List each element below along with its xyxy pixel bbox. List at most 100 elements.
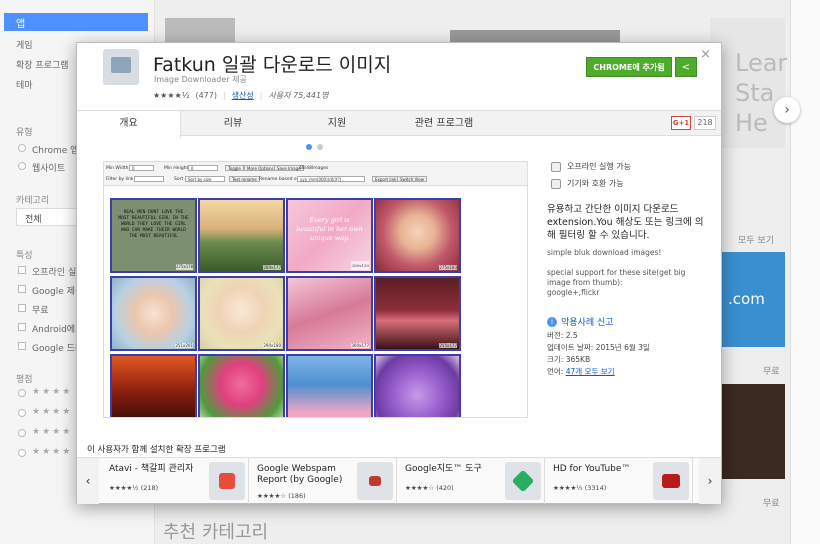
related-heading: 이 사용자가 함께 설치한 확장 프로그램 xyxy=(87,445,226,455)
rename-based: Rename based on xyxy=(259,177,300,182)
sidebar-item-themes[interactable]: 테마 xyxy=(16,78,33,91)
tab-support[interactable]: 지원 xyxy=(285,111,389,137)
thumb-autumn xyxy=(110,354,197,417)
hd-youtube-icon xyxy=(653,462,689,500)
sidebar-item-apps[interactable]: 앱 xyxy=(4,13,148,31)
extension-icon xyxy=(103,49,139,85)
thumb-size: 275x183 xyxy=(439,265,457,270)
gplus-button[interactable]: G+1 xyxy=(671,116,691,130)
related-stars: ★★★★☆ xyxy=(405,484,435,492)
thumb-cherry-blossom: 300x177 xyxy=(286,276,373,351)
more-link[interactable]: 모두 보기 xyxy=(738,233,774,246)
related-item-atavi[interactable]: Atavi - 책갈피 관리자 ★★★★½ (218) xyxy=(101,458,249,504)
language-info: 언어: 47개 모두 보기 xyxy=(547,366,615,377)
tab-overview[interactable]: 개요 xyxy=(77,111,181,138)
scrollbar[interactable] xyxy=(790,0,820,544)
checkbox-google[interactable] xyxy=(18,285,26,293)
checkbox-free[interactable] xyxy=(18,304,26,312)
related-stars: ★★★★½ xyxy=(109,484,139,492)
radio-rating-4[interactable] xyxy=(18,389,26,397)
related-count: (186) xyxy=(288,492,306,500)
sidebar-item-games[interactable]: 게임 xyxy=(16,38,33,51)
type-heading: 유형 xyxy=(16,128,33,138)
screenshot-toolbar: Min Width 0 Min Height 0 Toggle More Opt… xyxy=(104,162,527,186)
checkbox-drive[interactable] xyxy=(18,342,26,350)
rating-row: ★★★★½ (477) | 생산성 | 사용자 75,441명 xyxy=(153,90,328,101)
min-height-input: 0 xyxy=(188,165,218,171)
report-abuse-label[interactable]: 악용사례 신고 xyxy=(561,315,614,328)
min-width-label: Min Width xyxy=(106,166,129,171)
filter-input xyxy=(134,176,164,182)
tab-bar: 개요 리뷰 지원 관련 프로그램 G+1 218 xyxy=(77,110,721,138)
related-stars: ★★★★☆ xyxy=(257,492,287,500)
related-item-maps[interactable]: Google지도™ 도구 ★★★★☆ (420) xyxy=(397,458,545,504)
radio-website[interactable] xyxy=(18,162,26,170)
rating-heading: 평점 xyxy=(16,375,33,385)
thumb-purple-roses xyxy=(374,354,461,417)
carousel-dots xyxy=(306,144,323,150)
sidebar-item-extensions[interactable]: 확장 프로그램 xyxy=(16,58,69,71)
carousel-dot-1[interactable] xyxy=(306,144,312,150)
thumb-size: 289x177 xyxy=(263,265,281,270)
rating-1-stars: ★★★★ xyxy=(32,447,73,457)
related-item-webspam[interactable]: Google Webspam Report (by Google) ★★★★☆ … xyxy=(249,458,397,504)
checkbox-offline[interactable] xyxy=(18,266,26,274)
extension-detail-dialog: × Fatkun 일괄 다운로드 이미지 Image Downloader 제공… xyxy=(76,42,722,504)
size-info: 크기: 365KB xyxy=(547,355,591,364)
thumb-size: 200x130 xyxy=(351,261,369,270)
webspam-flag-icon xyxy=(357,462,393,500)
category-link[interactable]: 생산성 xyxy=(232,90,254,101)
language-link[interactable]: 47개 모두 보기 xyxy=(566,367,615,376)
radio-chrome-app[interactable] xyxy=(18,144,26,152)
free-label-2: 무료 xyxy=(763,499,780,509)
rename-pattern: yyy_mm(000)(d)(X?) xyxy=(297,176,365,182)
thumb-roses xyxy=(198,354,285,417)
atavi-icon xyxy=(209,462,245,500)
related-item-hd-youtube[interactable]: HD for YouTube™ ★★★★½ (3314) xyxy=(545,458,693,504)
carousel-dot-2[interactable] xyxy=(317,144,323,150)
feature-device-row: 기기와 호환 가능 xyxy=(551,178,624,189)
thumb-baby-blonde: 290x180 xyxy=(198,276,285,351)
related-rating: ★★★★½ (3314) xyxy=(553,484,606,492)
radio-rating-3[interactable] xyxy=(18,409,26,417)
tab-related[interactable]: 관련 프로그램 xyxy=(389,111,499,137)
divider: | xyxy=(259,91,263,100)
divider: | xyxy=(222,91,226,100)
version-info: 버전: 2.5 xyxy=(547,331,578,340)
close-icon[interactable]: × xyxy=(700,47,711,62)
info-icon: i xyxy=(547,316,557,327)
radio-rating-2[interactable] xyxy=(18,429,26,437)
share-button[interactable]: < xyxy=(675,57,697,77)
maps-icon xyxy=(505,462,541,500)
added-to-chrome-button[interactable]: CHROME에 추가됨 xyxy=(586,57,672,77)
related-name: Atavi - 책갈피 관리자 xyxy=(109,464,194,474)
thumb-size: 255x177 xyxy=(439,343,457,348)
related-count: (420) xyxy=(436,484,454,492)
related-rating: ★★★★☆ (420) xyxy=(405,484,454,492)
offline-icon xyxy=(551,161,561,172)
filter-label: Filter by link xyxy=(106,177,134,182)
updated-info: 업데이트 날짜: 2015년 6월 3일 xyxy=(547,343,650,352)
rating-stars: ★★★★½ xyxy=(153,91,190,100)
rating-count[interactable]: (477) xyxy=(195,91,217,100)
type-chrome-app: Chrome 앱 xyxy=(32,146,79,156)
related-name: Google지도™ 도구 xyxy=(405,464,482,474)
sort-select: Sort by size xyxy=(185,176,225,182)
related-prev-button[interactable]: ‹ xyxy=(77,458,99,504)
description-line-3: google+,flickr xyxy=(547,288,600,297)
checkbox-android[interactable] xyxy=(18,323,26,331)
thumb-sky-flowers xyxy=(286,354,373,417)
text-rename-btn: Text rename xyxy=(229,176,260,182)
user-count: 사용자 75,441명 xyxy=(268,91,329,100)
related-next-button[interactable]: › xyxy=(699,458,721,504)
extension-screenshot: Min Width 0 Min Height 0 Toggle More Opt… xyxy=(103,161,528,418)
more-options-btn: More Options xyxy=(244,165,277,171)
feature-offline-row: 오프라인 실행 가능 xyxy=(551,161,631,172)
report-abuse-link[interactable]: i 악용사례 신고 xyxy=(547,315,614,328)
thumb-baby-blue: 251x201 xyxy=(110,276,197,351)
thumb-size: 275x170 xyxy=(176,264,193,270)
carousel-next-button[interactable]: › xyxy=(774,97,800,123)
radio-rating-1[interactable] xyxy=(18,449,26,457)
export-link-btn: Export link xyxy=(372,176,400,182)
tab-reviews[interactable]: 리뷰 xyxy=(181,111,285,137)
